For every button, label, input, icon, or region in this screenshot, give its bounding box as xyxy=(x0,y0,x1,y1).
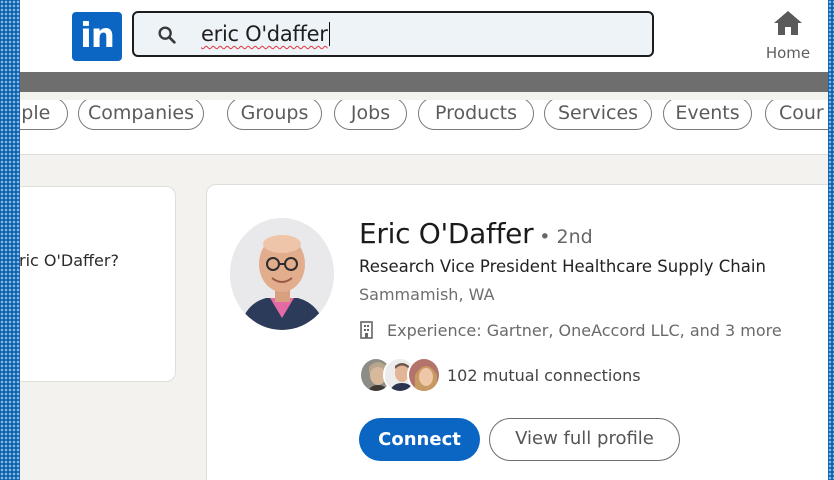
mutual-avatar-3 xyxy=(407,357,441,393)
view-full-profile-button[interactable]: View full profile xyxy=(489,418,680,461)
search-result-card: Eric O'Daffer • 2nd Research Vice Preside… xyxy=(206,184,828,480)
profile-avatar[interactable] xyxy=(230,218,334,330)
result-headline: Research Vice President Healthcare Suppl… xyxy=(359,257,766,276)
connect-button[interactable]: Connect xyxy=(359,418,480,461)
side-card: ric O'Daffer? xyxy=(20,186,176,382)
filter-jobs[interactable]: Jobs xyxy=(334,100,407,130)
top-navigation-bar: in eric O'daffer Home xyxy=(20,0,828,72)
linkedin-logo[interactable]: in xyxy=(72,12,122,61)
filter-products[interactable]: Products xyxy=(418,100,534,130)
filter-events[interactable]: Events xyxy=(663,100,752,130)
result-experience: Experience: Gartner, OneAccord LLC, and … xyxy=(359,321,782,340)
result-name[interactable]: Eric O'Daffer xyxy=(359,217,534,250)
filter-groups[interactable]: Groups xyxy=(227,100,322,130)
connection-degree: • 2nd xyxy=(539,226,593,248)
filter-courses[interactable]: Cour xyxy=(765,100,828,130)
search-query-text: eric O'daffer xyxy=(201,22,331,46)
home-icon xyxy=(774,11,802,35)
search-filter-bar: ople Companies Groups Jobs Products Serv… xyxy=(20,100,828,155)
result-name-row: Eric O'Daffer • 2nd xyxy=(359,217,593,250)
text-caret xyxy=(328,22,331,46)
experience-text: Experience: Gartner, OneAccord LLC, and … xyxy=(387,321,782,340)
browser-viewport: in eric O'daffer Home ople Companies Gro… xyxy=(20,0,828,480)
header-divider-strip xyxy=(20,72,828,92)
nav-home[interactable]: Home xyxy=(760,8,816,68)
filter-services[interactable]: Services xyxy=(544,100,652,130)
building-icon xyxy=(360,321,373,339)
filter-companies[interactable]: Companies xyxy=(78,100,204,130)
mutual-connections-text: 102 mutual connections xyxy=(447,366,641,385)
result-location: Sammamish, WA xyxy=(359,285,495,304)
search-input[interactable]: eric O'daffer xyxy=(132,11,654,57)
search-icon xyxy=(158,26,176,44)
nav-home-label: Home xyxy=(765,44,811,62)
side-card-text: ric O'Daffer? xyxy=(20,251,119,270)
filter-people[interactable]: ople xyxy=(20,100,68,130)
